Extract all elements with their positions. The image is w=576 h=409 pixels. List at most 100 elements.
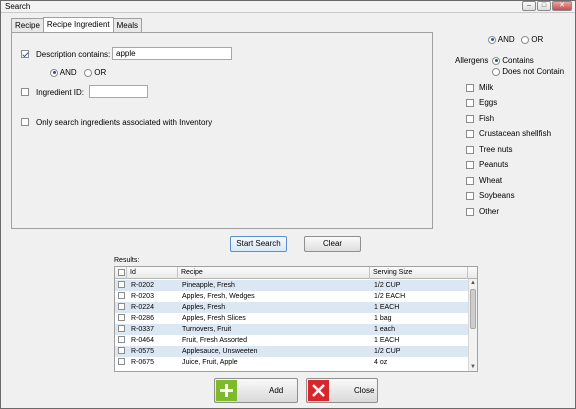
column-header-id[interactable]: Id [127,267,178,279]
cell-serving-size: 1/2 CUP [374,282,401,289]
allergen-item-other[interactable]: Other [466,207,499,216]
top-and-radio[interactable]: AND [488,35,515,44]
add-button-label: Add [269,386,284,395]
clear-button[interactable]: Clear [304,236,361,252]
contains-radio-dot[interactable] [492,56,500,65]
column-header-recipe[interactable]: Recipe [178,267,370,279]
table-row[interactable]: R-0575 Applesauce, Unsweeten 1/2 CUP [115,346,468,357]
close-icon[interactable]: ✕ [552,1,572,11]
cell-recipe: Apples, Fresh [182,304,226,311]
table-row[interactable]: R-0202 Pineapple, Fresh 1/2 CUP [115,280,468,291]
allergen-item-fish[interactable]: Fish [466,114,494,123]
description-checkbox[interactable] [21,49,29,58]
top-or-radio[interactable]: OR [521,35,543,44]
cell-serving-size: 1 each [374,326,396,333]
inventory-checkbox[interactable] [21,117,29,126]
tab-recipe-ingredient[interactable]: Recipe Ingredient [42,17,114,32]
row-checkbox[interactable] [118,336,125,343]
cell-recipe: Turnovers, Fruit [182,326,232,333]
allergen-checkbox[interactable] [466,114,474,123]
allergen-checkbox[interactable] [466,207,474,216]
results-table-header: Id Recipe Serving Size [115,267,477,279]
title-bar: Search – □ ✕ [1,1,575,13]
cell-recipe: Apples, Fresh, Wedges [182,293,255,300]
description-checkbox-box[interactable] [21,49,29,58]
allergen-item-crustacean[interactable]: Crustacean shellfish [466,129,551,138]
ingredient-id-input[interactable] [89,85,148,98]
ingredient-id-checkbox[interactable] [21,87,29,96]
row-checkbox[interactable] [118,292,125,299]
allergen-item-peanuts[interactable]: Peanuts [466,160,508,169]
allergen-contains-label: Contains [502,56,534,65]
scrollbar-thumb[interactable] [470,289,476,329]
cell-serving-size: 4 oz [374,359,388,366]
ingredient-id-label: Ingredient ID: [36,88,85,97]
description-input[interactable]: apple [112,47,232,60]
scroll-up-icon[interactable]: ▲ [470,280,476,286]
row-checkbox[interactable] [118,325,125,332]
tab-meals[interactable]: Meals [112,18,142,32]
allergen-label: Eggs [479,98,498,107]
or-radio-dot[interactable] [84,68,92,77]
description-and-label: AND [59,68,77,77]
allergen-item-eggs[interactable]: Eggs [466,98,497,107]
tab-recipe[interactable]: Recipe [11,18,44,32]
allergen-contains-radio[interactable]: Contains [492,56,534,65]
cell-id: R-0203 [131,293,154,300]
add-button[interactable]: Add [214,378,298,403]
close-x-icon [308,380,329,401]
cell-serving-size: 1 EACH [374,337,400,344]
table-row[interactable]: R-0675 Juice, Fruit, Apple 4 oz [115,357,468,368]
column-header-serving-size[interactable]: Serving Size [370,267,468,279]
allergen-item-milk[interactable]: Milk [466,83,493,92]
allergen-item-wheat[interactable]: Wheat [466,176,502,185]
table-row[interactable]: R-0337 Turnovers, Fruit 1 each [115,324,468,335]
allergen-item-soybeans[interactable]: Soybeans [466,191,515,200]
header-select-all[interactable] [115,267,127,279]
description-or-label: OR [94,68,107,77]
description-or-radio[interactable]: OR [84,68,106,77]
cell-id: R-0286 [131,315,154,322]
top-and-radio-dot[interactable] [488,35,496,44]
allergen-checkbox[interactable] [466,160,474,169]
top-or-radio-dot[interactable] [521,35,529,44]
start-search-button[interactable]: Start Search [230,236,287,252]
allergen-label: Tree nuts [479,145,513,154]
allergen-not-contains-radio[interactable]: Does not Contain [492,67,564,76]
allergen-checkbox[interactable] [466,191,474,200]
table-row[interactable]: R-0203 Apples, Fresh, Wedges 1/2 EACH [115,291,468,302]
row-checkbox[interactable] [118,281,125,288]
not-contains-radio-dot[interactable] [492,67,500,76]
ingredient-id-checkbox-box[interactable] [21,87,29,96]
results-label: Results: [114,257,140,264]
allergen-checkbox[interactable] [466,145,474,154]
allergen-checkbox[interactable] [466,98,474,107]
table-row[interactable]: R-0286 Apples, Fresh Slices 1 bag [115,313,468,324]
row-checkbox[interactable] [118,314,125,321]
allergen-label: Milk [479,83,494,92]
description-and-radio[interactable]: AND [50,68,77,77]
table-row[interactable]: R-0464 Fruit, Fresh Assorted 1 EACH [115,335,468,346]
cell-id: R-0224 [131,304,154,311]
inventory-checkbox-box[interactable] [21,117,29,126]
row-checkbox[interactable] [118,347,125,354]
table-row[interactable]: R-0224 Apples, Fresh 1 EACH [115,302,468,313]
scroll-down-icon[interactable]: ▼ [470,364,476,370]
inventory-label: Only search ingredients associated with … [36,118,213,127]
maximize-icon[interactable]: □ [537,1,551,11]
and-radio-dot[interactable] [50,68,58,77]
allergen-checkbox[interactable] [466,83,474,92]
allergen-item-tree-nuts[interactable]: Tree nuts [466,145,513,154]
row-checkbox[interactable] [118,303,125,310]
allergens-label: Allergens [455,56,489,65]
select-all-checkbox[interactable] [118,269,125,277]
minimize-icon[interactable]: – [522,1,536,11]
allergen-checkbox[interactable] [466,129,474,138]
row-checkbox[interactable] [118,358,125,365]
cell-serving-size: 1/2 EACH [374,293,406,300]
results-scrollbar[interactable]: ▲ ▼ [468,279,477,371]
allergen-checkbox[interactable] [466,176,474,185]
plus-icon [216,380,237,401]
results-table: Id Recipe Serving Size R-0202 Pineapple, … [114,266,478,372]
close-button[interactable]: Close [306,378,378,403]
